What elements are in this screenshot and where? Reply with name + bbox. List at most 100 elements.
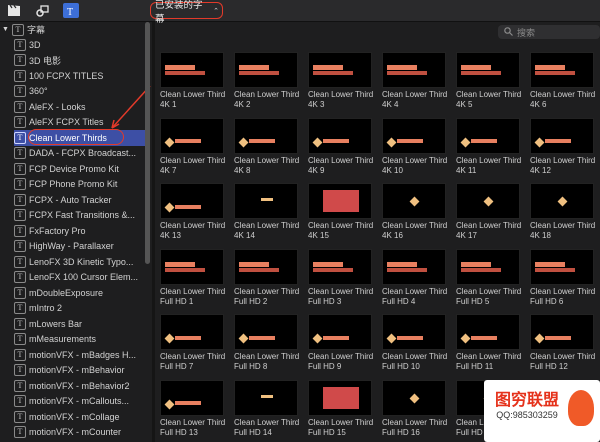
sidebar-item[interactable]: TmLowers Bar [14,316,148,332]
watermark-title: 图穷联盟 [494,392,559,409]
title-tile[interactable]: Clean Lower Third 4K 18 [530,183,598,245]
title-tile[interactable]: Clean Lower Third 4K 11 [456,117,524,180]
title-thumbnail [530,117,594,154]
title-tile[interactable]: Clean Lower Third Full HD 10 [382,314,450,376]
title-tile[interactable]: Clean Lower Third 4K 8 [234,117,302,180]
pane-divider[interactable] [152,22,155,442]
title-item-icon: T [14,69,26,82]
titles-icon[interactable]: T [63,3,79,18]
title-label: Clean Lower Third [160,286,226,296]
search-field[interactable]: 搜索 [498,25,600,39]
title-tile[interactable]: Clean Lower Third 4K 16 [382,183,450,245]
title-tile[interactable]: Clean Lower Third Full HD 7 [160,314,228,376]
thumbnail-graphic [313,261,353,272]
title-thumbnail [160,52,224,88]
title-label: Clean Lower Third [308,155,374,165]
sidebar-item[interactable]: TmotionVFX - mCallouts... [14,394,148,410]
title-tile[interactable]: Clean Lower Third Full HD 1 [160,248,228,311]
sidebar-item[interactable]: T FCPX - Auto Tracker [14,192,148,208]
thumbnail-graphic [164,198,201,216]
sidebar-item[interactable]: T FCP Phone Promo Kit [14,177,148,193]
sidebar-item[interactable]: T FCPX Fast Transitions &... [14,208,148,224]
title-tile[interactable]: Clean Lower Third Full HD 12 [530,314,598,376]
title-item-icon: T [14,255,26,268]
sidebar-item[interactable]: TmotionVFX - mCounter [14,425,148,441]
thumbnail-graphic [409,196,420,207]
sidebar-group-titles[interactable]: ▼ T 字幕 [0,22,148,37]
title-tile[interactable]: Clean Lower Third 4K 10 [382,117,450,180]
title-tile[interactable]: Clean Lower Third Full HD 13 [160,379,228,442]
sidebar-item-label: motionVFX - mBadges H... [29,349,137,360]
title-tile[interactable]: Clean Lower Third 4K 7 [160,117,228,180]
sidebar-scrollbar[interactable] [145,22,150,264]
titles-filter-dropdown[interactable]: 已安装的字幕 ⌃ [150,0,223,25]
disclosure-triangle-icon[interactable]: ▼ [2,26,9,33]
title-tile[interactable]: Clean Lower Third Full HD 9 [308,314,376,376]
sidebar-item[interactable]: TmotionVFX - mBehavior2 [14,378,148,394]
sidebar-item[interactable]: TmotionVFX - mBehavior [14,363,148,379]
title-tile[interactable]: Clean Lower Third Full HD 14 [234,379,302,442]
sidebar-item[interactable]: TmMeasurements [14,332,148,348]
title-tile[interactable]: Clean Lower Third Full HD 16 [382,379,450,442]
title-tile[interactable]: Clean Lower Third 4K 4 [382,52,450,114]
thumbnail-graphic [238,133,275,151]
title-tile[interactable]: Clean Lower Third 4K 1 [160,52,228,114]
sidebar-item-label: motionVFX - mCollage [29,411,120,422]
title-item-icon: T [14,286,26,299]
sidebar-item[interactable]: T DADA - FCPX Broadcast... [14,146,148,162]
title-thumbnail [160,183,224,219]
sidebar-item[interactable]: T 100 FCPX TITLES [14,68,148,84]
title-tile[interactable]: Clean Lower Third Full HD 3 [308,248,376,311]
title-item-icon: T [14,379,26,392]
sidebar-item[interactable]: TmDoubleExposure [14,285,148,301]
thumbnail-graphic [483,196,494,207]
music-photo-icon[interactable] [34,3,50,18]
title-tile[interactable]: Clean Lower Third 4K 6 [530,52,598,114]
thumbnail-graphic [312,133,349,151]
title-tile[interactable]: Clean Lower Third Full HD 11 [456,314,524,376]
sidebar-item-label: mIntro 2 [29,303,63,314]
title-label: Clean Lower Third [456,90,522,99]
sidebar-item[interactable]: T FCP Device Promo Kit [14,161,148,177]
title-tile[interactable]: Clean Lower Third 4K 17 [456,183,524,245]
title-label: Clean Lower Third [160,417,226,427]
title-label: Clean Lower Third [160,155,226,165]
title-tile[interactable]: Clean Lower Third 4K 13 [160,183,228,245]
title-tile[interactable]: Clean Lower Third Full HD 6 [530,248,598,311]
sidebar-item[interactable]: T LenoFX 100 Cursor Elem... [14,270,148,286]
sidebar-item-label: FxFactory Pro [29,225,86,236]
title-tile[interactable]: Clean Lower Third Full HD 2 [234,248,302,311]
title-tile[interactable]: Clean Lower Third Full HD 4 [382,248,450,311]
sidebar-item[interactable]: T HighWay - Parallaxer [14,239,148,255]
title-item-icon: T [14,410,26,423]
sidebar-item[interactable]: TmotionVFX - mCollage [14,409,148,425]
watermark-logo: 图穷联盟 QQ:985303259 [484,380,600,442]
thumbnail-graphic [534,133,571,151]
title-tile[interactable]: Clean Lower Third Full HD 5 [456,248,524,311]
thumbnail-graphic [164,395,201,413]
clapper-icon[interactable] [6,3,22,18]
title-tile[interactable]: Clean Lower Third 4K 9 [308,117,376,180]
title-label: Clean Lower Third [456,352,522,361]
title-label: Clean Lower Third [234,417,300,427]
title-tile[interactable]: Clean Lower Third 4K 5 [456,52,524,114]
sidebar-item[interactable]: T LenoFX 3D Kinetic Typo... [14,254,148,270]
sidebar-item-label: mDoubleExposure [29,287,104,298]
title-thumbnail [308,379,372,416]
title-tile[interactable]: Clean Lower Third Full HD 15 [308,379,376,442]
sidebar-item[interactable]: TmotionVFX - mBadges H... [14,347,148,363]
title-label: Clean Lower Third [308,417,374,427]
sidebar-item[interactable]: T FxFactory Pro [14,223,148,239]
title-tile[interactable]: Clean Lower Third 4K 15 [308,183,376,245]
dropdown-label: 已安装的字幕 [155,0,203,25]
title-label: Clean Lower Third [308,352,374,361]
title-tile[interactable]: Clean Lower Third 4K 3 [308,52,376,114]
sidebar-item[interactable]: T 3D [14,37,148,53]
sidebar-item[interactable]: TmIntro 2 [14,301,148,317]
title-tile[interactable]: Clean Lower Third 4K 2 [234,52,302,114]
title-tile[interactable]: Clean Lower Third 4K 14 [234,183,302,245]
thumbnail-graphic [164,133,201,151]
title-tile[interactable]: Clean Lower Third 4K 12 [530,117,598,180]
title-tile[interactable]: Clean Lower Third Full HD 8 [234,314,302,376]
sidebar-item[interactable]: T 3D 电影 [14,53,148,69]
